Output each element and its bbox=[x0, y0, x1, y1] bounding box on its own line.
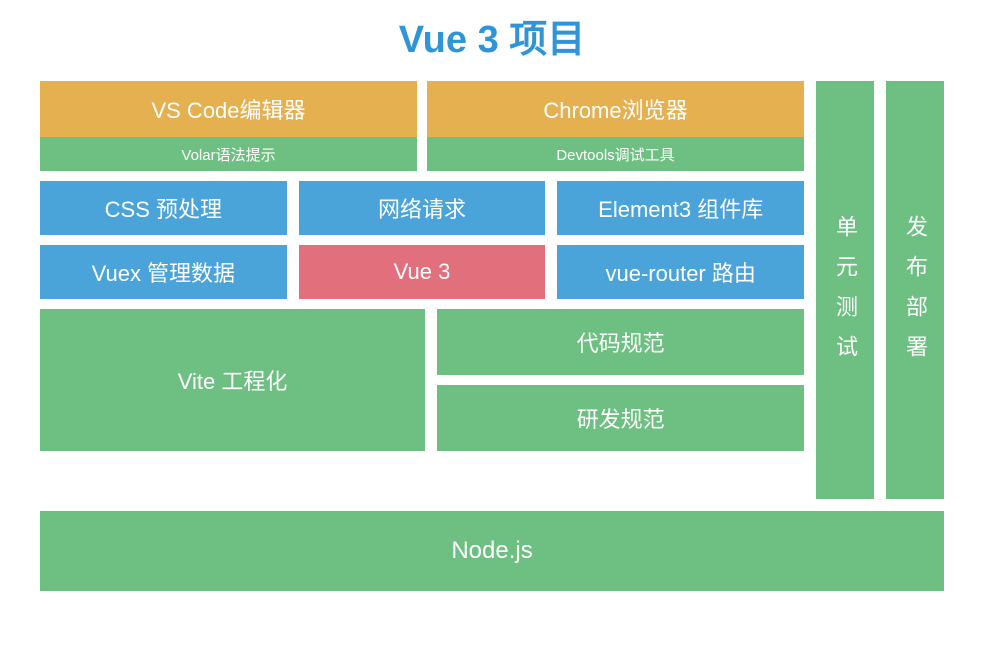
main-column: VS Code编辑器 Volar语法提示 Chrome浏览器 Devtools调… bbox=[40, 81, 804, 499]
box-network-request: 网络请求 bbox=[299, 181, 546, 235]
box-volar: Volar语法提示 bbox=[40, 137, 417, 171]
box-devtools: Devtools调试工具 bbox=[427, 137, 804, 171]
box-vite: Vite 工程化 bbox=[40, 309, 425, 451]
row-editors: VS Code编辑器 Volar语法提示 Chrome浏览器 Devtools调… bbox=[40, 81, 804, 171]
box-vue3-core: Vue 3 bbox=[299, 245, 546, 299]
editor-chrome-group: Chrome浏览器 Devtools调试工具 bbox=[427, 81, 804, 171]
side-deploy: 发布部署 bbox=[886, 81, 944, 499]
spec-column: 代码规范 研发规范 bbox=[437, 309, 804, 451]
row-mid-1: CSS 预处理 网络请求 Element3 组件库 bbox=[40, 181, 804, 235]
box-vuex: Vuex 管理数据 bbox=[40, 245, 287, 299]
row-spec: Vite 工程化 代码规范 研发规范 bbox=[40, 309, 804, 451]
row-mid-2: Vuex 管理数据 Vue 3 vue-router 路由 bbox=[40, 245, 804, 299]
box-vue-router: vue-router 路由 bbox=[557, 245, 804, 299]
box-nodejs: Node.js bbox=[40, 511, 944, 591]
editor-vscode-group: VS Code编辑器 Volar语法提示 bbox=[40, 81, 417, 171]
box-css-preprocess: CSS 预处理 bbox=[40, 181, 287, 235]
diagram-title: Vue 3 项目 bbox=[40, 8, 944, 63]
box-element3: Element3 组件库 bbox=[557, 181, 804, 235]
diagram-body: VS Code编辑器 Volar语法提示 Chrome浏览器 Devtools调… bbox=[40, 81, 944, 499]
side-unit-test: 单元测试 bbox=[816, 81, 874, 499]
box-code-spec: 代码规范 bbox=[437, 309, 804, 375]
box-chrome: Chrome浏览器 bbox=[427, 81, 804, 137]
box-vscode: VS Code编辑器 bbox=[40, 81, 417, 137]
box-dev-spec: 研发规范 bbox=[437, 385, 804, 451]
